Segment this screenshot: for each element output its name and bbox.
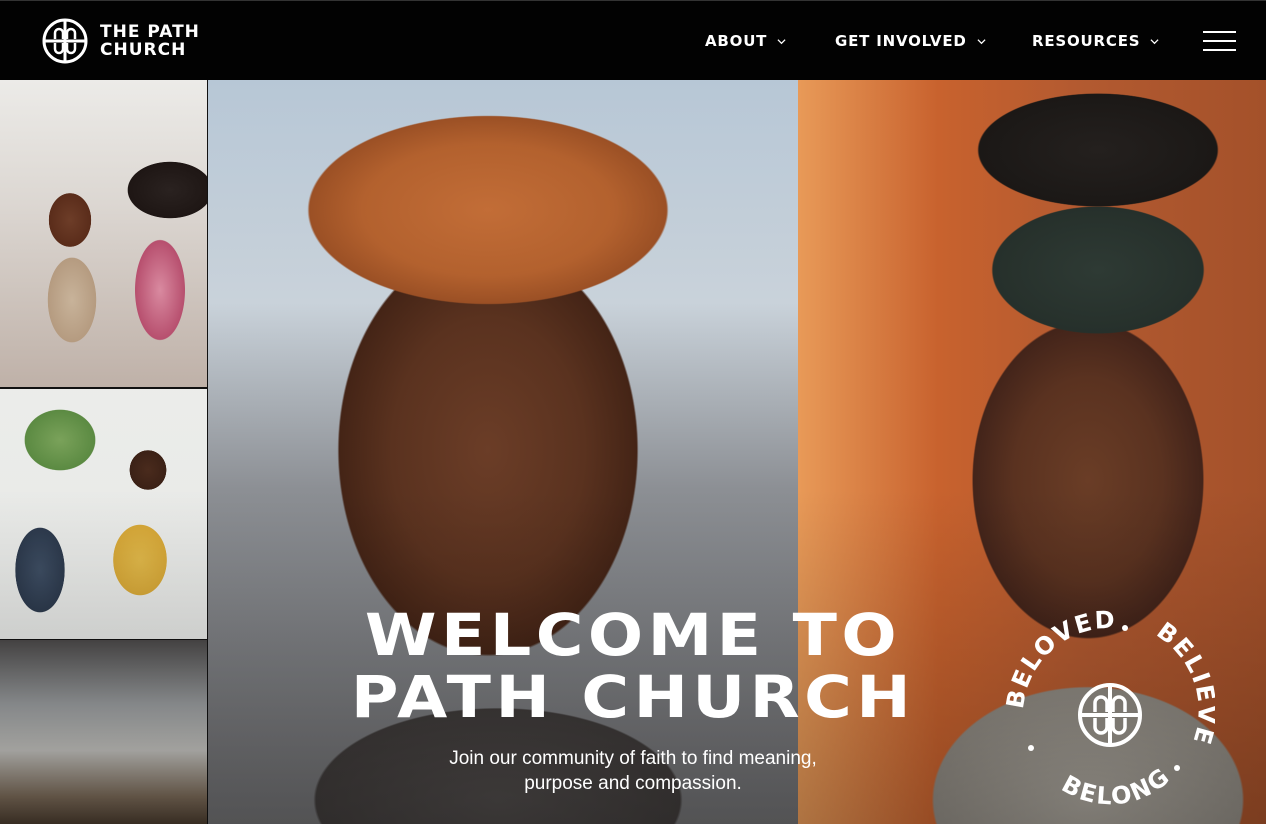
- badge-word-belong: BELONG: [1057, 762, 1174, 811]
- chevron-down-icon: [977, 38, 986, 44]
- brand-name-line2: CHURCH: [100, 40, 187, 60]
- nav-about[interactable]: ABOUT: [705, 1, 786, 81]
- badge-logo-icon: [1078, 683, 1142, 747]
- nav-get-involved[interactable]: GET INVOLVED: [835, 1, 986, 81]
- hero-title-line1: WELCOME TO: [364, 601, 902, 669]
- hero-section: WELCOME TO PATH CHURCH Join our communit…: [300, 604, 966, 796]
- site-logo[interactable]: THE PATH CHURCH: [42, 17, 232, 65]
- path-church-logo-icon: [42, 18, 88, 64]
- beloved-believe-belong-badge: BELOVED BELIEVE BELONG: [1005, 610, 1215, 811]
- badge-word-believe: BELIEVE: [1152, 617, 1215, 749]
- nav-resources-label: RESOURCES: [1032, 32, 1141, 50]
- svg-text:BELIEVE: BELIEVE: [1152, 617, 1215, 749]
- hero-title-line2: PATH CHURCH: [350, 663, 916, 731]
- hero-title: WELCOME TO PATH CHURCH: [260, 604, 1006, 728]
- brand-name-line1: THE PATH: [100, 22, 200, 42]
- nav-get-involved-label: GET INVOLVED: [835, 32, 967, 50]
- chevron-down-icon: [1150, 38, 1159, 44]
- hamburger-menu-icon[interactable]: [1203, 29, 1238, 53]
- svg-text:BELONG: BELONG: [1057, 762, 1176, 811]
- hero-subtitle: Join our community of faith to find mean…: [449, 748, 817, 794]
- nav-resources[interactable]: RESOURCES: [1032, 1, 1159, 81]
- brand-name: THE PATH CHURCH: [100, 23, 200, 59]
- nav-about-label: ABOUT: [705, 32, 768, 50]
- site-header: THE PATH CHURCH ABOUT GET INVOLVED RESOU…: [0, 0, 1266, 80]
- chevron-down-icon: [777, 38, 786, 44]
